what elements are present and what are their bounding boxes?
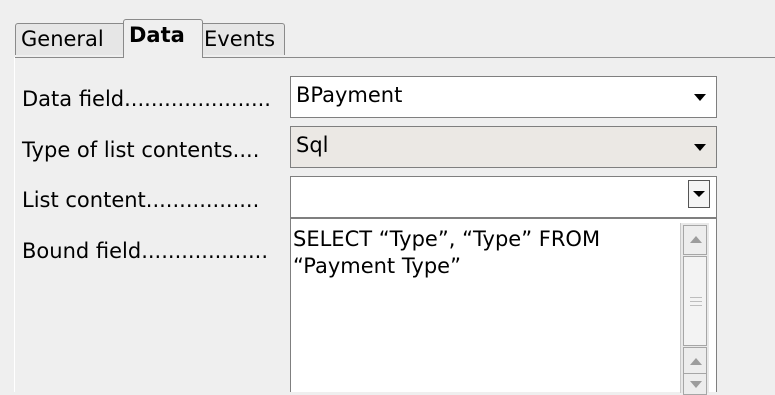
list-content-dropdown[interactable]: SELECT “Type”, “Type” FROM “Payment Type… (290, 218, 717, 395)
type-of-list-contents-label: Type of list contents.... (22, 138, 260, 162)
sql-line-2: “Payment Type” (293, 254, 461, 278)
sql-line-1: SELECT “Type”, “Type” FROM (293, 227, 601, 251)
tab-general-label: General (21, 27, 104, 51)
chevron-down-icon[interactable] (694, 144, 706, 151)
data-field-label: Data field...................... (22, 87, 271, 111)
data-field-combo[interactable]: BPayment (290, 76, 717, 118)
bound-field-label: Bound field................... (22, 239, 269, 263)
arrow-up-icon (690, 358, 702, 365)
tab-general[interactable]: General (15, 23, 126, 55)
grip-line (690, 297, 702, 298)
arrow-up-icon (690, 236, 702, 243)
vertical-scrollbar[interactable] (680, 223, 709, 395)
tab-panel-edge (14, 57, 15, 392)
tab-data[interactable]: Data (123, 19, 203, 58)
data-field-value: BPayment (296, 83, 403, 107)
type-of-list-contents-value: Sql (296, 133, 329, 157)
tab-events-label: Events (204, 27, 276, 51)
list-content-dropdown-button[interactable] (688, 180, 710, 208)
tab-events[interactable]: Events (198, 23, 285, 55)
list-content-label: List content................. (22, 188, 260, 212)
chevron-down-icon (693, 191, 705, 197)
sql-text[interactable]: SELECT “Type”, “Type” FROM “Payment Type… (293, 226, 673, 280)
list-content-field[interactable] (290, 176, 717, 218)
chevron-down-icon[interactable] (694, 94, 706, 101)
scroll-thumb[interactable] (683, 256, 707, 346)
grip-line (690, 305, 702, 306)
arrow-down-icon (690, 381, 702, 388)
type-of-list-contents-select[interactable]: Sql (290, 126, 717, 168)
grip-line (690, 301, 702, 302)
scroll-up-button[interactable] (683, 225, 707, 255)
tab-data-label: Data (129, 23, 185, 47)
